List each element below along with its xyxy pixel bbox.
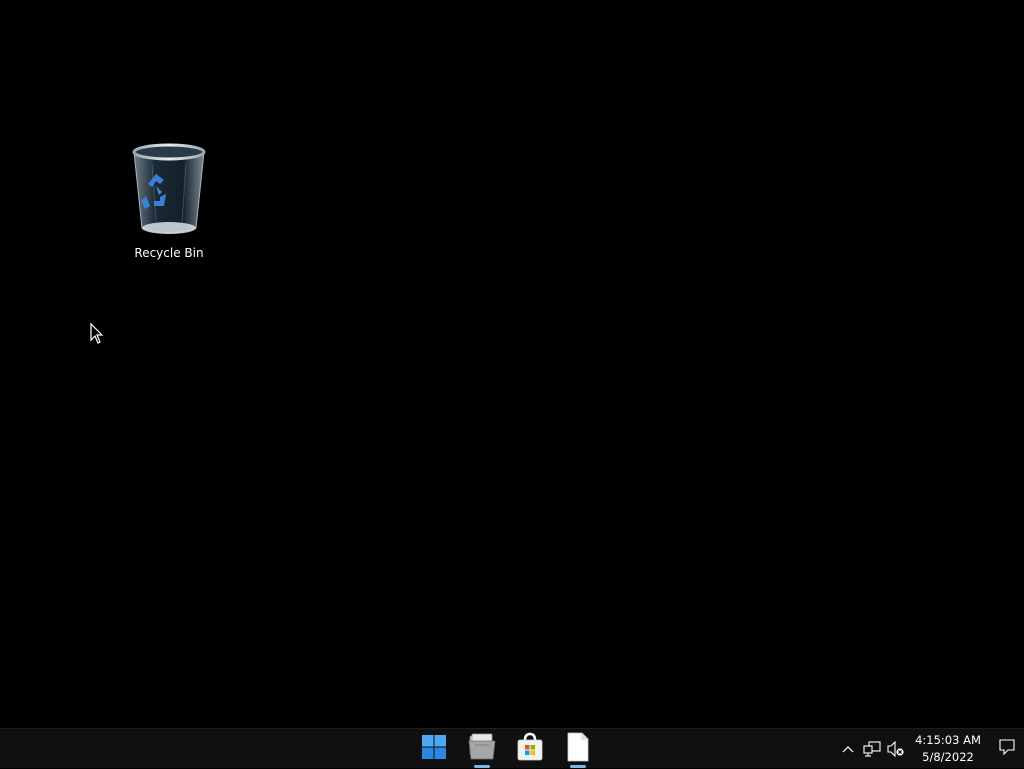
clock-time: 4:15:03 AM <box>915 733 981 747</box>
desktop-icon-label: Recycle Bin <box>134 246 204 260</box>
notification-icon <box>999 739 1015 759</box>
file-explorer-icon <box>467 733 497 765</box>
notification-center-button[interactable] <box>990 729 1024 769</box>
windows-logo-icon <box>421 734 447 764</box>
taskbar-clock[interactable]: 4:15:03 AM 5/8/2022 <box>912 729 984 769</box>
recycle-bin-icon <box>129 140 209 240</box>
clock-date: 5/8/2022 <box>922 750 974 764</box>
start-button[interactable] <box>410 730 458 768</box>
system-tray: 4:15:03 AM 5/8/2022 <box>836 729 1024 769</box>
notepad-button[interactable] <box>554 730 602 768</box>
file-explorer-button[interactable] <box>458 730 506 768</box>
desktop[interactable]: Recycle Bin <box>0 0 1024 728</box>
microsoft-store-button[interactable] <box>506 730 554 768</box>
desktop-icon-recycle-bin[interactable]: Recycle Bin <box>118 140 220 264</box>
network-icon[interactable] <box>860 729 884 769</box>
taskbar-pinned-apps <box>410 729 602 769</box>
chevron-up-icon[interactable] <box>836 729 860 769</box>
volume-muted-icon[interactable] <box>884 729 908 769</box>
taskbar: 4:15:03 AM 5/8/2022 <box>0 728 1024 768</box>
document-icon <box>566 732 590 766</box>
store-icon <box>515 732 545 766</box>
mouse-cursor-icon <box>90 322 104 345</box>
